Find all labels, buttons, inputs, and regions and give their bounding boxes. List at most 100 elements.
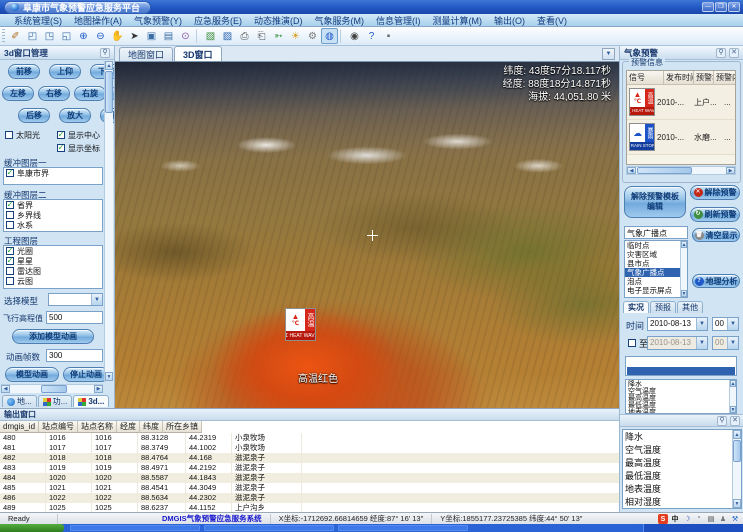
remove-warning-template-edit-button[interactable]: 解除预警模板编辑	[624, 186, 686, 218]
scroll-up-icon[interactable]: ▲	[730, 380, 736, 387]
point-type-item[interactable]: 电子显示屏点	[625, 286, 680, 295]
taskbar-item[interactable]	[204, 525, 334, 531]
add-image-tool-icon[interactable]: ▧	[202, 28, 219, 44]
table-row[interactable]: 482 1018 1018 88.4764 44.168 滋泥泉子	[0, 453, 619, 463]
scroll-down-icon[interactable]: ▼	[730, 406, 736, 413]
layer-checkbox-item[interactable]: ✓ 水系	[4, 220, 102, 230]
add-scene-tool-icon[interactable]: ▨	[219, 28, 236, 44]
panel-tab-map[interactable]: 地...	[2, 395, 37, 407]
layer-checkbox-item[interactable]: ✓ 星星	[4, 256, 102, 266]
pin-icon[interactable]: ⚲	[717, 416, 727, 426]
user-lexicon-icon[interactable]: ♟	[718, 514, 728, 524]
clear-display-button[interactable]: 🗑 清空显示	[692, 228, 740, 242]
close-icon[interactable]: ✕	[729, 48, 739, 58]
full-extent-tool-icon[interactable]: ▣	[143, 28, 160, 44]
tab-forecast[interactable]: 预报	[650, 301, 676, 313]
scroll-down-icon[interactable]: ▼	[681, 290, 687, 297]
output-column-header[interactable]: 纬度	[140, 421, 163, 433]
layer-checkbox-item[interactable]: ✓ 乡界线	[4, 210, 102, 220]
table-row[interactable]: 489 1025 1025 88.6237 44.1152 上户沟乡	[0, 503, 619, 512]
remove-warning-button[interactable]: ✕ 解除预警	[690, 185, 740, 200]
to-hour-select[interactable]: 00 ▼	[712, 336, 739, 350]
tab-map-window[interactable]: 地图窗口	[119, 47, 173, 61]
print-preview-tool-icon[interactable]: ⎗	[253, 28, 270, 44]
table-row[interactable]: 484 1020 1020 88.5587 44.1843 滋泥泉子	[0, 473, 619, 483]
pin-icon[interactable]: ⚲	[100, 48, 110, 58]
layer-checkbox-item[interactable]: ✓ 光圈	[4, 246, 102, 256]
move-left-button[interactable]: 左移	[2, 86, 34, 101]
pan-tool-icon[interactable]: ✋	[109, 28, 126, 44]
refresh-warning-button[interactable]: ↻ 刷新预警	[690, 207, 740, 222]
show-center-checkbox[interactable]: ✓ 显示中心	[55, 130, 100, 140]
rain-storm-warning-row[interactable]: 暴雨 蓝 RAIN STORM 2010-... 水磨... ...	[627, 120, 735, 155]
table-row[interactable]: 481 1017 1017 88.3749 44.1002 小泉牧场	[0, 443, 619, 453]
restore-button[interactable]: ❐	[715, 2, 727, 12]
minimize-button[interactable]: —	[702, 2, 714, 12]
chinese-mode-icon[interactable]: 中	[670, 514, 680, 524]
sunlight-checkbox[interactable]: ✓ 太阳光	[3, 130, 40, 140]
show-coords-checkbox[interactable]: ✓ 显示坐标	[55, 143, 100, 153]
heat-wave-map-marker[interactable]: ℃ 高温 红 HEAT WAVE	[285, 308, 316, 341]
element-item[interactable]: 地表温度	[623, 482, 732, 495]
flight-height-input[interactable]: 500	[46, 311, 103, 324]
output-column-header[interactable]: 所在乡镇	[163, 421, 202, 433]
layer-checkbox-item[interactable]: ✓ 省界	[4, 200, 102, 210]
scrollbar-thumb[interactable]	[105, 71, 113, 113]
settings-tool-icon[interactable]: ⚙	[304, 28, 321, 44]
misc-tool-icon[interactable]: ▪	[380, 28, 397, 44]
point-list-scrollbar[interactable]: ▲ ▼	[680, 241, 687, 297]
print-tool-icon[interactable]: ⎙	[236, 28, 253, 44]
scrollbar-thumb[interactable]	[637, 167, 692, 174]
light-tool-icon[interactable]: ☀	[287, 28, 304, 44]
panel-tab-function[interactable]: 功...	[38, 395, 73, 407]
point-type-value[interactable]: 气象广播点	[624, 226, 688, 239]
output-column-header[interactable]: 经度	[117, 421, 140, 433]
geo-analysis-button[interactable]: ? 地理分析	[692, 274, 740, 288]
table-row[interactable]: 486 1022 1022 88.5634 44.2302 滋泥泉子	[0, 493, 619, 503]
date-select[interactable]: 2010-08-13 ▼	[647, 317, 708, 331]
element-item[interactable]: 最低温度	[623, 469, 732, 482]
element-item[interactable]: 降水	[623, 430, 732, 443]
scroll-up-icon[interactable]: ▲	[681, 241, 687, 248]
zoom-previous-tool-icon[interactable]: ◱	[58, 28, 75, 44]
scrollbar-thumb[interactable]	[41, 385, 67, 393]
table-row[interactable]: 485 1021 1021 88.4541 44.3049 滋泥泉子	[0, 483, 619, 493]
pin-icon[interactable]: ⚲	[716, 48, 726, 58]
to-checkbox[interactable]: ✓ 至	[626, 338, 648, 348]
element-item[interactable]: 最高温度	[623, 456, 732, 469]
frame-count-input[interactable]: 300	[46, 349, 103, 362]
output-column-header[interactable]: dmgis_id	[0, 421, 39, 433]
menu-item[interactable]: 系统管理(S)	[8, 14, 68, 27]
zoom-out-tool-icon[interactable]: ⊖	[92, 28, 109, 44]
zoom-in-tool-icon[interactable]: ⊕	[75, 28, 92, 44]
stop-animation-button[interactable]: 停止动画	[63, 367, 109, 382]
taskbar-item[interactable]	[338, 525, 468, 531]
start-button[interactable]	[0, 524, 64, 532]
select-tool-icon[interactable]: ➤	[126, 28, 143, 44]
scroll-up-icon[interactable]: ▲	[105, 61, 113, 70]
rotate-right-button[interactable]: 右旋	[74, 86, 106, 101]
identify-tool-icon[interactable]: ⊙	[177, 28, 194, 44]
element-item[interactable]: 相对湿度	[623, 495, 732, 508]
scroll-down-icon[interactable]: ▼	[733, 499, 741, 508]
scroll-up-icon[interactable]: ▲	[733, 430, 741, 439]
zoom-window-tool-icon[interactable]: ◰	[24, 28, 41, 44]
left-panel-vertical-scrollbar[interactable]: ▲ ▼	[104, 61, 113, 381]
output-column-header[interactable]: 站点编号	[39, 421, 78, 433]
menu-item[interactable]: 气象预警(Y)	[128, 14, 188, 27]
help-tool-icon[interactable]: ?	[363, 28, 380, 44]
add-model-animation-button[interactable]: 添加模型动画	[12, 329, 94, 344]
hour-select[interactable]: 00 ▼	[712, 317, 739, 331]
scroll-left-icon[interactable]: ◀	[627, 167, 636, 174]
menu-item[interactable]: 查看(V)	[531, 14, 573, 27]
model-animation-button[interactable]: 模型动画	[5, 367, 59, 382]
menu-item[interactable]: 测量计算(M)	[427, 14, 489, 27]
chevron-down-icon[interactable]: ▼	[696, 318, 707, 330]
tilt-up-button[interactable]: 上仰	[49, 64, 81, 79]
menu-item[interactable]: 应急服务(E)	[188, 14, 248, 27]
selection-box[interactable]	[625, 356, 737, 376]
tab-other[interactable]: 其他	[677, 301, 703, 313]
menu-item[interactable]: 动态推演(D)	[248, 14, 309, 27]
scroll-right-icon[interactable]: ▶	[726, 167, 735, 174]
scroll-down-icon[interactable]: ▼	[105, 372, 113, 381]
